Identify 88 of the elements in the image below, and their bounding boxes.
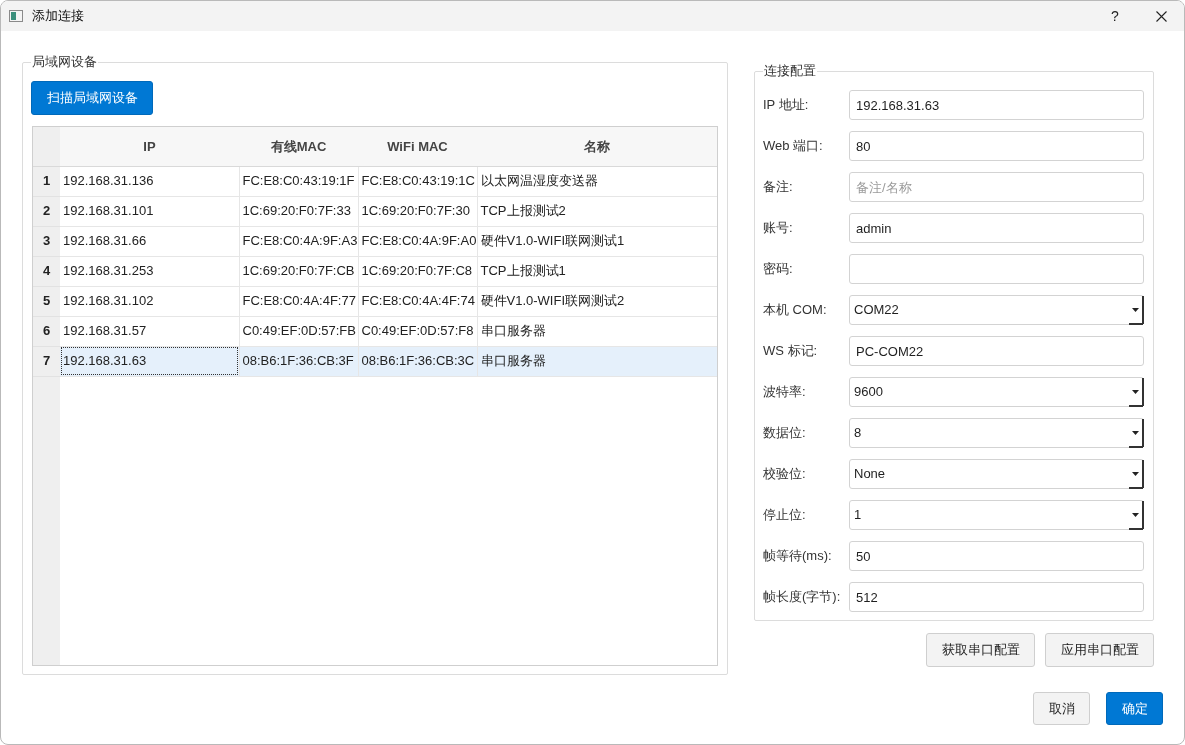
dropdown-field[interactable]: 1 (849, 500, 1144, 530)
column-header[interactable]: WiFi MAC (358, 127, 477, 166)
column-header[interactable]: IP (60, 127, 239, 166)
dropdown-field[interactable]: COM22 (849, 295, 1144, 325)
field-label: 账号: (763, 219, 794, 238)
table-cell: 192.168.31.102 (60, 286, 239, 316)
table-cell: 192.168.31.66 (60, 226, 239, 256)
window-icon (9, 10, 23, 22)
table-row[interactable]: 7 192.168.31.63 08:B6:1F:36:CB:3F 08:B6:1F:36:CB:3C 串口服务器 (33, 346, 717, 376)
dropdown-field[interactable]: None (849, 459, 1144, 489)
table-row[interactable]: 4 192.168.31.253 1C:69:20:F0:7F:CB 1C:69:20:F0:7F:C8 TCP上报测试1 (33, 256, 717, 286)
table-cell: 串口服务器 (477, 316, 717, 346)
serial-config-button[interactable]: 获取串口配置 (926, 633, 1035, 667)
field-label: Web 端口: (763, 137, 824, 156)
table-cell: FC:E8:C0:4A:9F:A0 (358, 226, 477, 256)
table-cell: 1C:69:20:F0:7F:C8 (358, 256, 477, 286)
scan-button[interactable]: 扫描局域网设备 (31, 81, 153, 115)
field-label: IP 地址: (763, 96, 810, 115)
table-cell: 硬件V1.0-WIFI联网测试2 (477, 286, 717, 316)
table-cell: 1C:69:20:F0:7F:30 (358, 196, 477, 226)
caret-icon (1127, 294, 1144, 325)
table-cell: 192.168.31.101 (60, 196, 239, 226)
text-field[interactable]: 192.168.31.63 (849, 90, 1144, 120)
table-cell: 以太网温湿度变送器 (477, 166, 717, 196)
row-number: 7 (33, 346, 60, 376)
table-cell: 硬件V1.0-WIFI联网测试1 (477, 226, 717, 256)
table-cell: 192.168.31.136 (60, 166, 239, 196)
field-label: 帧等待(ms): (763, 547, 833, 566)
text-field[interactable]: 备注/名称 (849, 172, 1144, 202)
field-label: WS 标记: (763, 342, 819, 361)
row-number: 1 (33, 166, 60, 196)
table-cell: 1C:69:20:F0:7F:CB (239, 256, 358, 286)
table-row[interactable]: 1 192.168.31.136 FC:E8:C0:43:19:1F FC:E8:C0:43:19:1C 以太网温湿度变送器 (33, 166, 717, 196)
table-cell: FC:E8:C0:4A:4F:74 (358, 286, 477, 316)
dropdown-field[interactable]: 8 (849, 418, 1144, 448)
password-field[interactable] (849, 254, 1144, 284)
row-number: 5 (33, 286, 60, 316)
group-title: 连接配置 (763, 63, 817, 79)
dropdown-field[interactable]: 9600 (849, 377, 1144, 407)
caret-icon (1127, 458, 1144, 489)
field-label: 停止位: (763, 506, 807, 525)
column-header[interactable]: 名称 (477, 127, 717, 166)
serial-config-button[interactable]: 应用串口配置 (1045, 633, 1154, 667)
field-label: 校验位: (763, 465, 807, 484)
table-row[interactable]: 2 192.168.31.101 1C:69:20:F0:7F:33 1C:69:20:F0:7F:30 TCP上报测试2 (33, 196, 717, 226)
row-number: 6 (33, 316, 60, 346)
caret-icon (1127, 417, 1144, 448)
field-label: 波特率: (763, 383, 807, 402)
table-cell: FC:E8:C0:43:19:1C (358, 166, 477, 196)
field-label: 本机 COM: (763, 301, 828, 320)
table-cell: 串口服务器 (477, 346, 717, 376)
table-row[interactable]: 3 192.168.31.66 FC:E8:C0:4A:9F:A3 FC:E8:C0:4A:9F:A0 硬件V1.0-WIFI联网测试1 (33, 226, 717, 256)
table-cell: 192.168.31.57 (60, 316, 239, 346)
table-cell: TCP上报测试2 (477, 196, 717, 226)
row-number: 2 (33, 196, 60, 226)
window-title: 添加连接 (32, 7, 84, 26)
column-header[interactable]: 有线MAC (239, 127, 358, 166)
text-field[interactable]: 50 (849, 541, 1144, 571)
text-field[interactable]: admin (849, 213, 1144, 243)
table-row[interactable]: 5 192.168.31.102 FC:E8:C0:4A:4F:77 FC:E8:C0:4A:4F:74 硬件V1.0-WIFI联网测试2 (33, 286, 717, 316)
table-cell: 08:B6:1F:36:CB:3C (358, 346, 477, 376)
help-button[interactable]: ? (1092, 1, 1138, 31)
close-icon (1155, 10, 1167, 22)
row-number: 3 (33, 226, 60, 256)
caret-icon (1127, 499, 1144, 530)
field-label: 密码: (763, 260, 794, 279)
table-cell: C0:49:EF:0D:57:FB (239, 316, 358, 346)
table-cell: 1C:69:20:F0:7F:33 (239, 196, 358, 226)
table-cell: 08:B6:1F:36:CB:3F (239, 346, 358, 376)
row-number: 4 (33, 256, 60, 286)
ok-button[interactable]: 确定 (1106, 692, 1163, 725)
table-cell: FC:E8:C0:4A:4F:77 (239, 286, 358, 316)
cancel-button[interactable]: 取消 (1033, 692, 1090, 725)
field-label: 帧长度(字节): (763, 588, 842, 607)
table-cell: TCP上报测试1 (477, 256, 717, 286)
table-cell: FC:E8:C0:4A:9F:A3 (239, 226, 358, 256)
table-row[interactable]: 6 192.168.31.57 C0:49:EF:0D:57:FB C0:49:EF:0D:57:F8 串口服务器 (33, 316, 717, 346)
text-field[interactable]: 80 (849, 131, 1144, 161)
table-cell: 192.168.31.253 (60, 256, 239, 286)
text-field[interactable]: 512 (849, 582, 1144, 612)
group-title: 局域网设备 (31, 54, 98, 70)
caret-icon (1127, 376, 1144, 407)
field-label: 数据位: (763, 424, 807, 443)
table-cell: 192.168.31.63 (60, 346, 239, 376)
table-cell: FC:E8:C0:43:19:1F (239, 166, 358, 196)
field-label: 备注: (763, 178, 794, 197)
table-cell: C0:49:EF:0D:57:F8 (358, 316, 477, 346)
text-field[interactable]: PC-COM22 (849, 336, 1144, 366)
